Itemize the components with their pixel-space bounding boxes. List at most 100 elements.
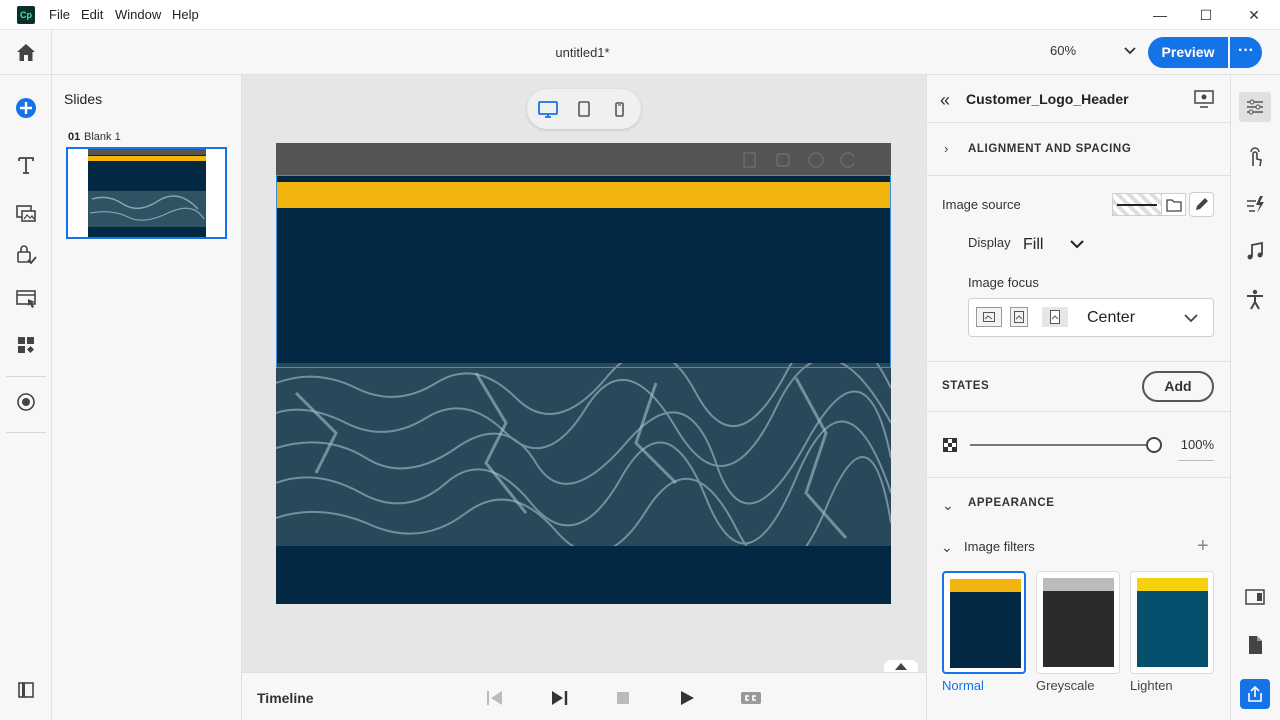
- play-step-button[interactable]: [547, 686, 571, 710]
- image-focus-value[interactable]: Center: [1087, 309, 1135, 327]
- closed-caption-button[interactable]: [739, 686, 763, 710]
- panel-toggle-button[interactable]: [14, 678, 38, 702]
- slides-panel-title: Slides: [64, 91, 103, 107]
- view-button[interactable]: [1194, 90, 1214, 108]
- image-icon: [1050, 310, 1060, 324]
- add-button[interactable]: [14, 96, 38, 120]
- tablet-icon: [578, 101, 590, 117]
- chevron-down-icon: [1070, 240, 1084, 249]
- divider: [926, 175, 1230, 176]
- accessibility-icon: [1247, 289, 1263, 310]
- properties-icon: [1247, 99, 1263, 115]
- display-label: Display: [968, 235, 1011, 250]
- filter-normal[interactable]: [942, 571, 1026, 674]
- zoom-select[interactable]: 60%: [1050, 43, 1136, 61]
- audio-tab[interactable]: [1242, 239, 1268, 265]
- slide-thumbnail[interactable]: [66, 147, 227, 239]
- mobile-view-button[interactable]: [607, 97, 631, 121]
- image-filters-label[interactable]: Image filters: [964, 539, 1035, 554]
- chevron-down-icon: ⌄: [941, 539, 953, 555]
- zoom-value: 60%: [1050, 43, 1077, 58]
- chevron-up-icon: [895, 663, 907, 670]
- closed-caption-icon: [741, 692, 761, 704]
- record-tool[interactable]: [14, 390, 38, 414]
- text-icon: [18, 157, 34, 174]
- panel-toggle-icon: [18, 682, 34, 698]
- interactions-tool[interactable]: [14, 243, 38, 267]
- ocean-image[interactable]: [276, 363, 891, 546]
- more-options-button[interactable]: ···: [1230, 37, 1262, 68]
- opacity-value[interactable]: 100%: [1178, 437, 1214, 452]
- media-tool[interactable]: [14, 201, 38, 225]
- focus-portrait-button[interactable]: [1010, 307, 1028, 327]
- focus-fit-button[interactable]: [976, 307, 1002, 327]
- skip-back-button[interactable]: [483, 686, 507, 710]
- menu-edit[interactable]: Edit: [81, 7, 103, 22]
- widgets-tool[interactable]: [14, 287, 38, 311]
- menu-help[interactable]: Help: [172, 7, 199, 22]
- effects-tab[interactable]: [1242, 191, 1268, 217]
- filter-lighten[interactable]: [1130, 571, 1214, 674]
- preview-button[interactable]: Preview: [1148, 37, 1228, 68]
- filter-greyscale[interactable]: [1036, 571, 1120, 674]
- chevron-down-icon: ⌄: [942, 497, 954, 513]
- opacity-icon: [943, 438, 957, 452]
- media-icon: [16, 205, 36, 222]
- collapse-panel-button[interactable]: «: [940, 90, 950, 111]
- focus-center-button[interactable]: [1042, 307, 1068, 327]
- timeline-label: Timeline: [257, 690, 314, 706]
- minimize-button[interactable]: —: [1150, 5, 1170, 25]
- play-step-icon: [552, 691, 568, 705]
- display-chevron[interactable]: [1070, 236, 1084, 252]
- share-button[interactable]: [1240, 679, 1270, 709]
- tablet-view-button[interactable]: [572, 97, 596, 121]
- image-focus-label: Image focus: [968, 275, 1039, 290]
- device-switcher: [527, 89, 641, 129]
- desktop-view-button[interactable]: [536, 97, 560, 121]
- filter-swatch-top: [1043, 578, 1114, 591]
- checkerboard-icon: [943, 438, 957, 452]
- audio-icon: [1247, 241, 1263, 260]
- image-focus-chevron[interactable]: [1184, 310, 1198, 326]
- maximize-button[interactable]: ☐: [1196, 5, 1216, 25]
- app-logo: Cp: [17, 6, 35, 24]
- properties-tab[interactable]: [1242, 94, 1268, 120]
- play-button[interactable]: [675, 686, 699, 710]
- opacity-value-underline: [1178, 460, 1214, 461]
- add-filter-button[interactable]: +: [1197, 535, 1209, 558]
- home-icon: [17, 44, 35, 61]
- stop-icon: [617, 692, 629, 704]
- monitor-icon: [1194, 90, 1214, 108]
- text-tool[interactable]: [14, 153, 38, 177]
- interactions-icon: [17, 245, 37, 265]
- add-icon: [16, 98, 36, 118]
- interactions-tab[interactable]: [1242, 144, 1268, 170]
- play-icon: [681, 691, 694, 705]
- edit-image-button[interactable]: [1189, 192, 1214, 217]
- accessibility-tab[interactable]: [1242, 287, 1268, 313]
- filter-swatch-top: [1137, 578, 1208, 591]
- skip-back-icon: [487, 691, 502, 705]
- states-label: STATES: [942, 380, 990, 392]
- alignment-section-header[interactable]: ALIGNMENT AND SPACING: [968, 143, 1131, 155]
- document-tab[interactable]: [1242, 632, 1268, 658]
- menu-window[interactable]: Window: [115, 7, 161, 22]
- filter-swatch-bottom: [1137, 591, 1208, 667]
- slide-name[interactable]: Blank 1: [84, 131, 121, 143]
- slide-properties-tab[interactable]: [1242, 584, 1268, 610]
- appearance-section-header[interactable]: APPEARANCE: [968, 497, 1055, 509]
- image-source-thumbnail[interactable]: [1112, 193, 1162, 216]
- assets-tool[interactable]: [14, 333, 38, 357]
- close-button[interactable]: ✕: [1244, 5, 1264, 25]
- browse-button[interactable]: [1162, 193, 1186, 216]
- opacity-slider-track[interactable]: [970, 444, 1148, 446]
- divider: [926, 411, 1230, 412]
- home-button[interactable]: [0, 30, 52, 75]
- opacity-slider-thumb[interactable]: [1146, 437, 1162, 453]
- stop-button[interactable]: [611, 686, 635, 710]
- menu-file[interactable]: File: [49, 7, 70, 22]
- display-select[interactable]: Fill: [1023, 236, 1043, 254]
- add-state-button[interactable]: Add: [1142, 371, 1214, 402]
- ocean-texture: [276, 363, 891, 546]
- toolbar-divider: [6, 432, 46, 433]
